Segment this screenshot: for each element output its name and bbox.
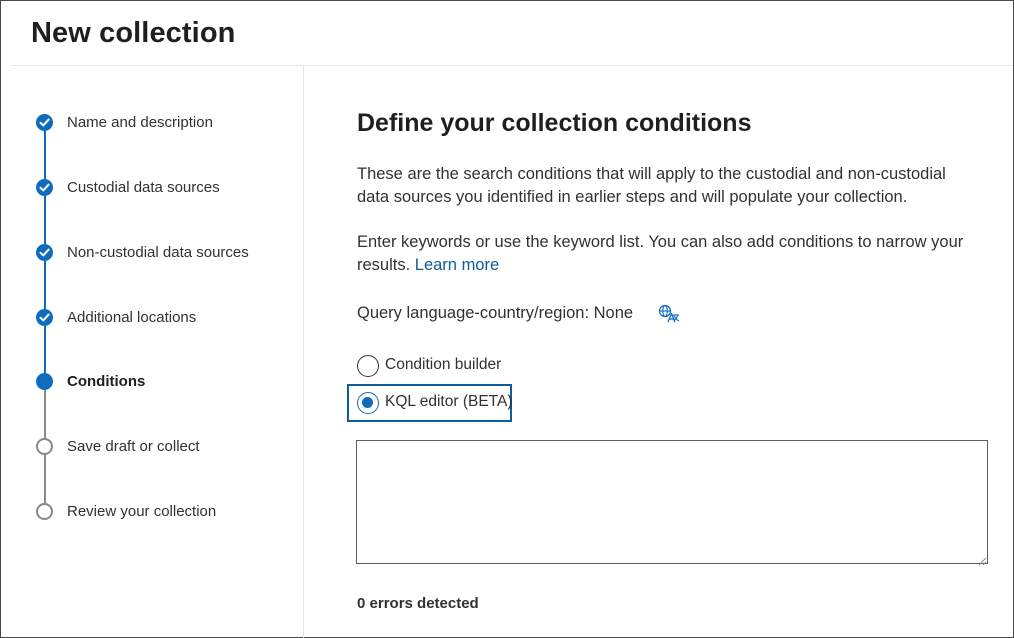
step-connector bbox=[44, 196, 46, 244]
checkmark-icon bbox=[36, 244, 53, 261]
step-connector bbox=[44, 390, 46, 438]
step-label: Additional locations bbox=[67, 309, 197, 326]
query-language-label: Query language-country/region: None bbox=[357, 304, 634, 322]
step-connector bbox=[44, 326, 46, 373]
errors-status: 0 errors detected bbox=[357, 595, 479, 612]
section-heading: Define your collection conditions bbox=[357, 109, 752, 137]
kql-query-textarea[interactable] bbox=[356, 440, 988, 564]
checkmark-icon bbox=[36, 114, 53, 131]
pending-step-icon bbox=[36, 503, 53, 520]
step-label: Custodial data sources bbox=[67, 179, 220, 196]
kql-editor-label: KQL editor (BETA) bbox=[385, 393, 513, 410]
step-connector bbox=[44, 131, 46, 179]
step-label: Save draft or collect bbox=[67, 438, 200, 455]
step-label: Conditions bbox=[67, 373, 146, 390]
sidebar-divider bbox=[303, 66, 304, 638]
kql-editor-radio[interactable] bbox=[357, 392, 379, 414]
translate-icon[interactable] bbox=[658, 304, 680, 326]
app-frame: New collection Name and description Cust… bbox=[0, 0, 1014, 638]
description-text: These are the search conditions that wil… bbox=[357, 165, 946, 206]
step-label: Review your collection bbox=[67, 503, 217, 520]
condition-builder-radio[interactable] bbox=[357, 355, 379, 377]
learn-more-link[interactable]: Learn more bbox=[415, 256, 499, 274]
step-connector bbox=[44, 261, 46, 309]
step-label: Name and description bbox=[67, 114, 213, 131]
current-step-icon bbox=[36, 373, 53, 390]
checkmark-icon bbox=[36, 309, 53, 326]
condition-builder-label: Condition builder bbox=[385, 356, 502, 373]
checkmark-icon bbox=[36, 179, 53, 196]
pending-step-icon bbox=[36, 438, 53, 455]
page-title: New collection bbox=[31, 17, 236, 49]
step-label: Non-custodial data sources bbox=[67, 244, 249, 261]
step-connector bbox=[44, 455, 46, 503]
header-divider bbox=[11, 65, 1013, 66]
keywords-help-text: Enter keywords or use the keyword list. … bbox=[357, 231, 977, 277]
resize-grip-icon[interactable] bbox=[977, 553, 987, 566]
